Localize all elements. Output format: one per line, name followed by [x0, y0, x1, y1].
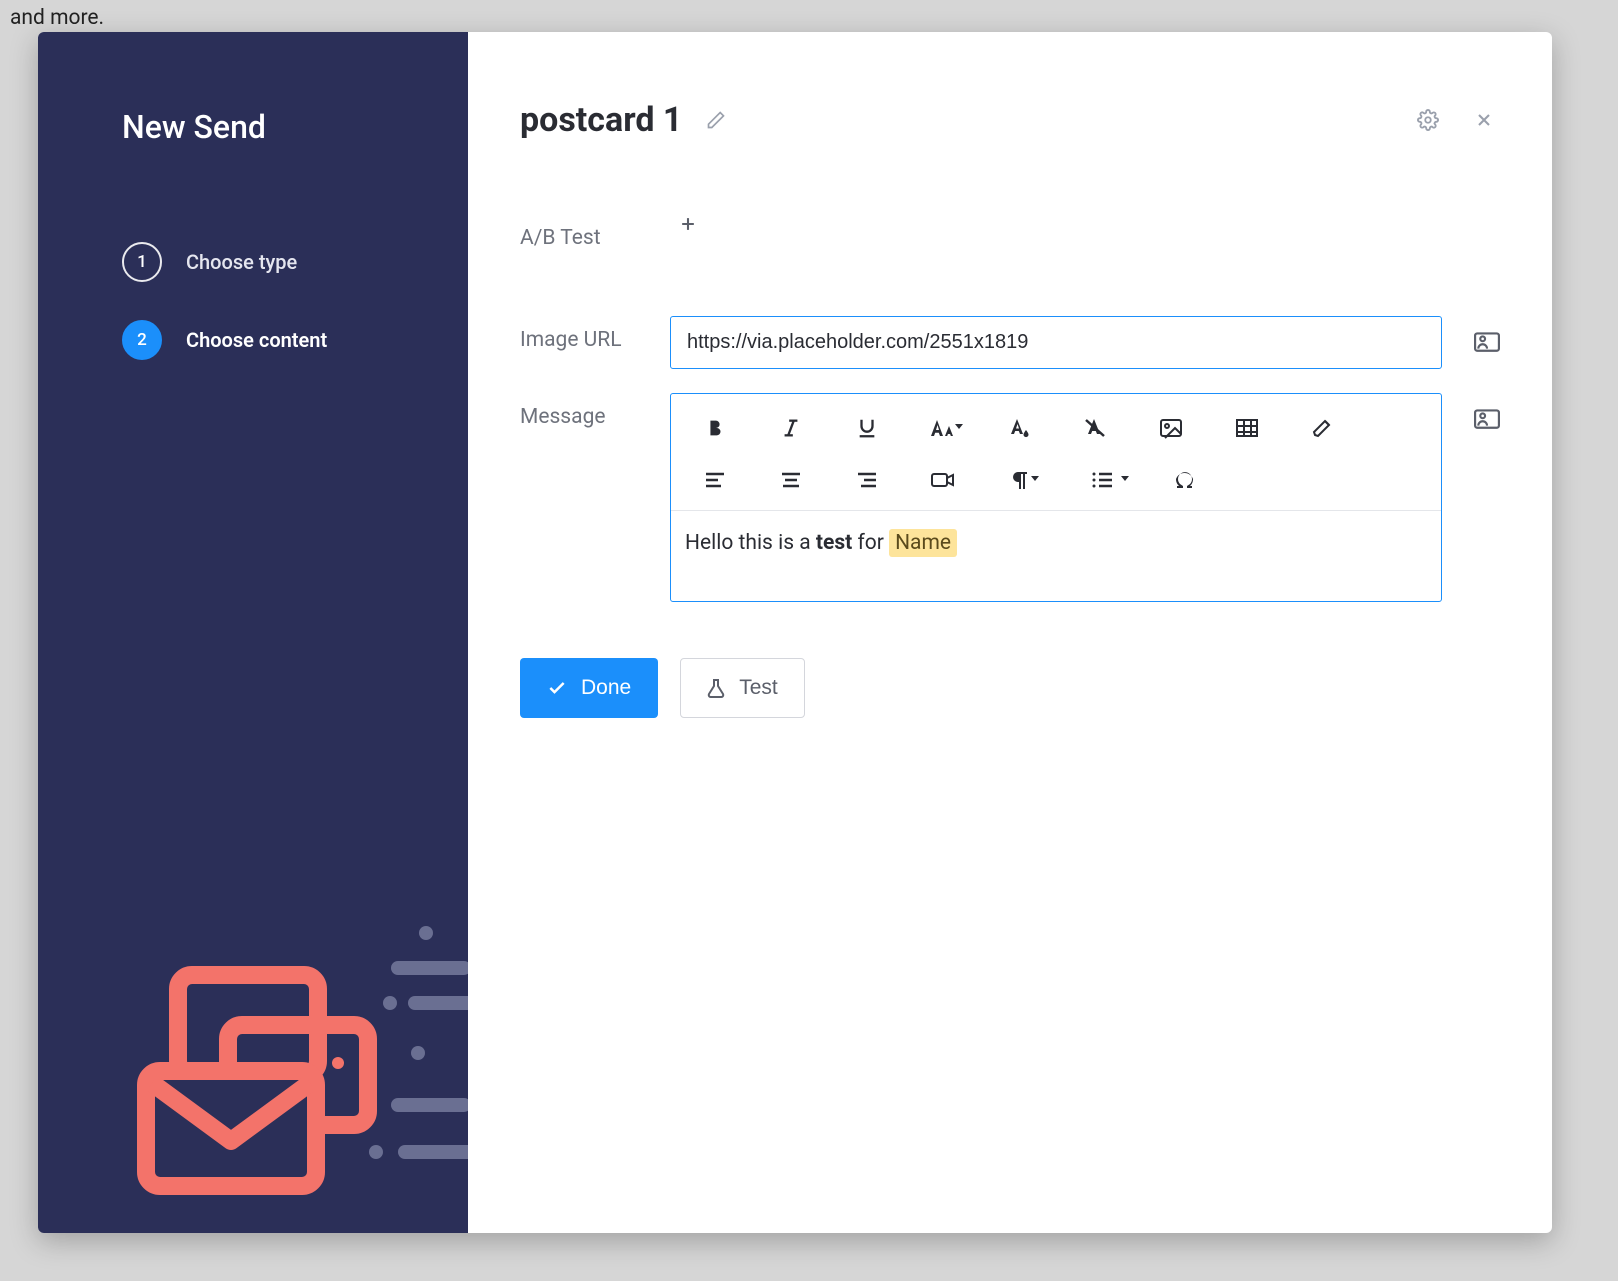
clear-format-button[interactable]: [1057, 402, 1133, 454]
form-grid: A/B Test Image URL Message: [520, 214, 1500, 602]
insert-image-button[interactable]: [1133, 402, 1209, 454]
message-text: Hello this is a: [685, 531, 816, 555]
video-icon: [930, 470, 956, 490]
sidebar-title: New Send: [122, 108, 420, 146]
done-button[interactable]: Done: [520, 658, 658, 718]
step-choose-type[interactable]: 1 Choose type: [122, 242, 420, 282]
message-text: for: [852, 531, 889, 555]
contact-card-icon: [1474, 407, 1500, 429]
align-left-button[interactable]: [677, 454, 753, 506]
merge-tag-name[interactable]: Name: [889, 529, 957, 557]
step-number: 2: [122, 320, 162, 360]
add-abtest-button[interactable]: [678, 219, 698, 238]
italic-button[interactable]: [753, 402, 829, 454]
modal-backdrop: and more. New Send 1 Choose type 2 Choos…: [0, 0, 1618, 1281]
pilcrow-icon: [1009, 469, 1029, 491]
pencil-icon: [706, 110, 726, 130]
list-icon: [1090, 470, 1114, 490]
content-panel: postcard 1 A/B Test: [468, 32, 1552, 1233]
wizard-steps: 1 Choose type 2 Choose content: [122, 242, 420, 360]
paragraph-format-button[interactable]: [981, 454, 1057, 506]
message-textarea[interactable]: Hello this is a test for Name: [671, 511, 1441, 601]
page-title: postcard 1: [520, 100, 682, 140]
clear-format-icon: [1083, 417, 1107, 439]
highlight-button[interactable]: [1285, 402, 1361, 454]
message-text-bold: test: [816, 531, 852, 555]
gear-icon: [1417, 109, 1439, 131]
marker-icon: [1311, 417, 1335, 439]
step-label: Choose type: [186, 250, 297, 274]
text-color-button[interactable]: [981, 402, 1057, 454]
edit-title-button[interactable]: [700, 104, 732, 136]
step-choose-content[interactable]: 2 Choose content: [122, 320, 420, 360]
bold-icon: [704, 417, 726, 439]
action-buttons: Done Test: [520, 658, 1500, 718]
wizard-sidebar: New Send 1 Choose type 2 Choose content: [38, 32, 468, 1233]
text-color-icon: [1007, 417, 1031, 439]
message-editor: Hello this is a test for Name: [670, 393, 1442, 602]
plus-icon: [678, 214, 698, 234]
step-label: Choose content: [186, 328, 327, 352]
test-button-label: Test: [739, 676, 778, 700]
align-right-icon: [855, 470, 879, 490]
image-url-input[interactable]: [670, 316, 1442, 369]
special-char-button[interactable]: [1147, 454, 1223, 506]
image-url-personalize-button[interactable]: [1442, 316, 1500, 352]
omega-icon: [1174, 469, 1196, 491]
font-size-icon: [928, 417, 958, 439]
align-right-button[interactable]: [829, 454, 905, 506]
done-button-label: Done: [581, 676, 631, 700]
background-page-text: and more.: [10, 6, 104, 30]
message-personalize-button[interactable]: [1442, 393, 1500, 429]
close-icon: [1474, 110, 1494, 130]
insert-video-button[interactable]: [905, 454, 981, 506]
font-size-button[interactable]: [905, 402, 981, 454]
editor-toolbar: [671, 394, 1441, 511]
abtest-add-cell: [670, 214, 1442, 238]
flask-icon: [707, 678, 725, 698]
align-center-icon: [779, 470, 803, 490]
bold-button[interactable]: [677, 402, 753, 454]
table-icon: [1235, 417, 1259, 439]
align-left-icon: [703, 470, 727, 490]
abtest-label: A/B Test: [520, 214, 670, 250]
step-number: 1: [122, 242, 162, 282]
italic-icon: [780, 417, 802, 439]
close-button[interactable]: [1468, 104, 1500, 136]
message-label: Message: [520, 393, 670, 429]
sidebar-illustration: [38, 893, 468, 1233]
header-row: postcard 1: [520, 100, 1500, 140]
list-button[interactable]: [1057, 454, 1147, 506]
image-icon: [1159, 417, 1183, 439]
new-send-modal: New Send 1 Choose type 2 Choose content: [38, 32, 1552, 1233]
test-button[interactable]: Test: [680, 658, 805, 718]
insert-table-button[interactable]: [1209, 402, 1285, 454]
settings-button[interactable]: [1412, 104, 1444, 136]
underline-button[interactable]: [829, 402, 905, 454]
align-center-button[interactable]: [753, 454, 829, 506]
underline-icon: [856, 417, 878, 439]
contact-card-icon: [1474, 330, 1500, 352]
image-url-label: Image URL: [520, 316, 670, 352]
check-icon: [547, 678, 567, 698]
